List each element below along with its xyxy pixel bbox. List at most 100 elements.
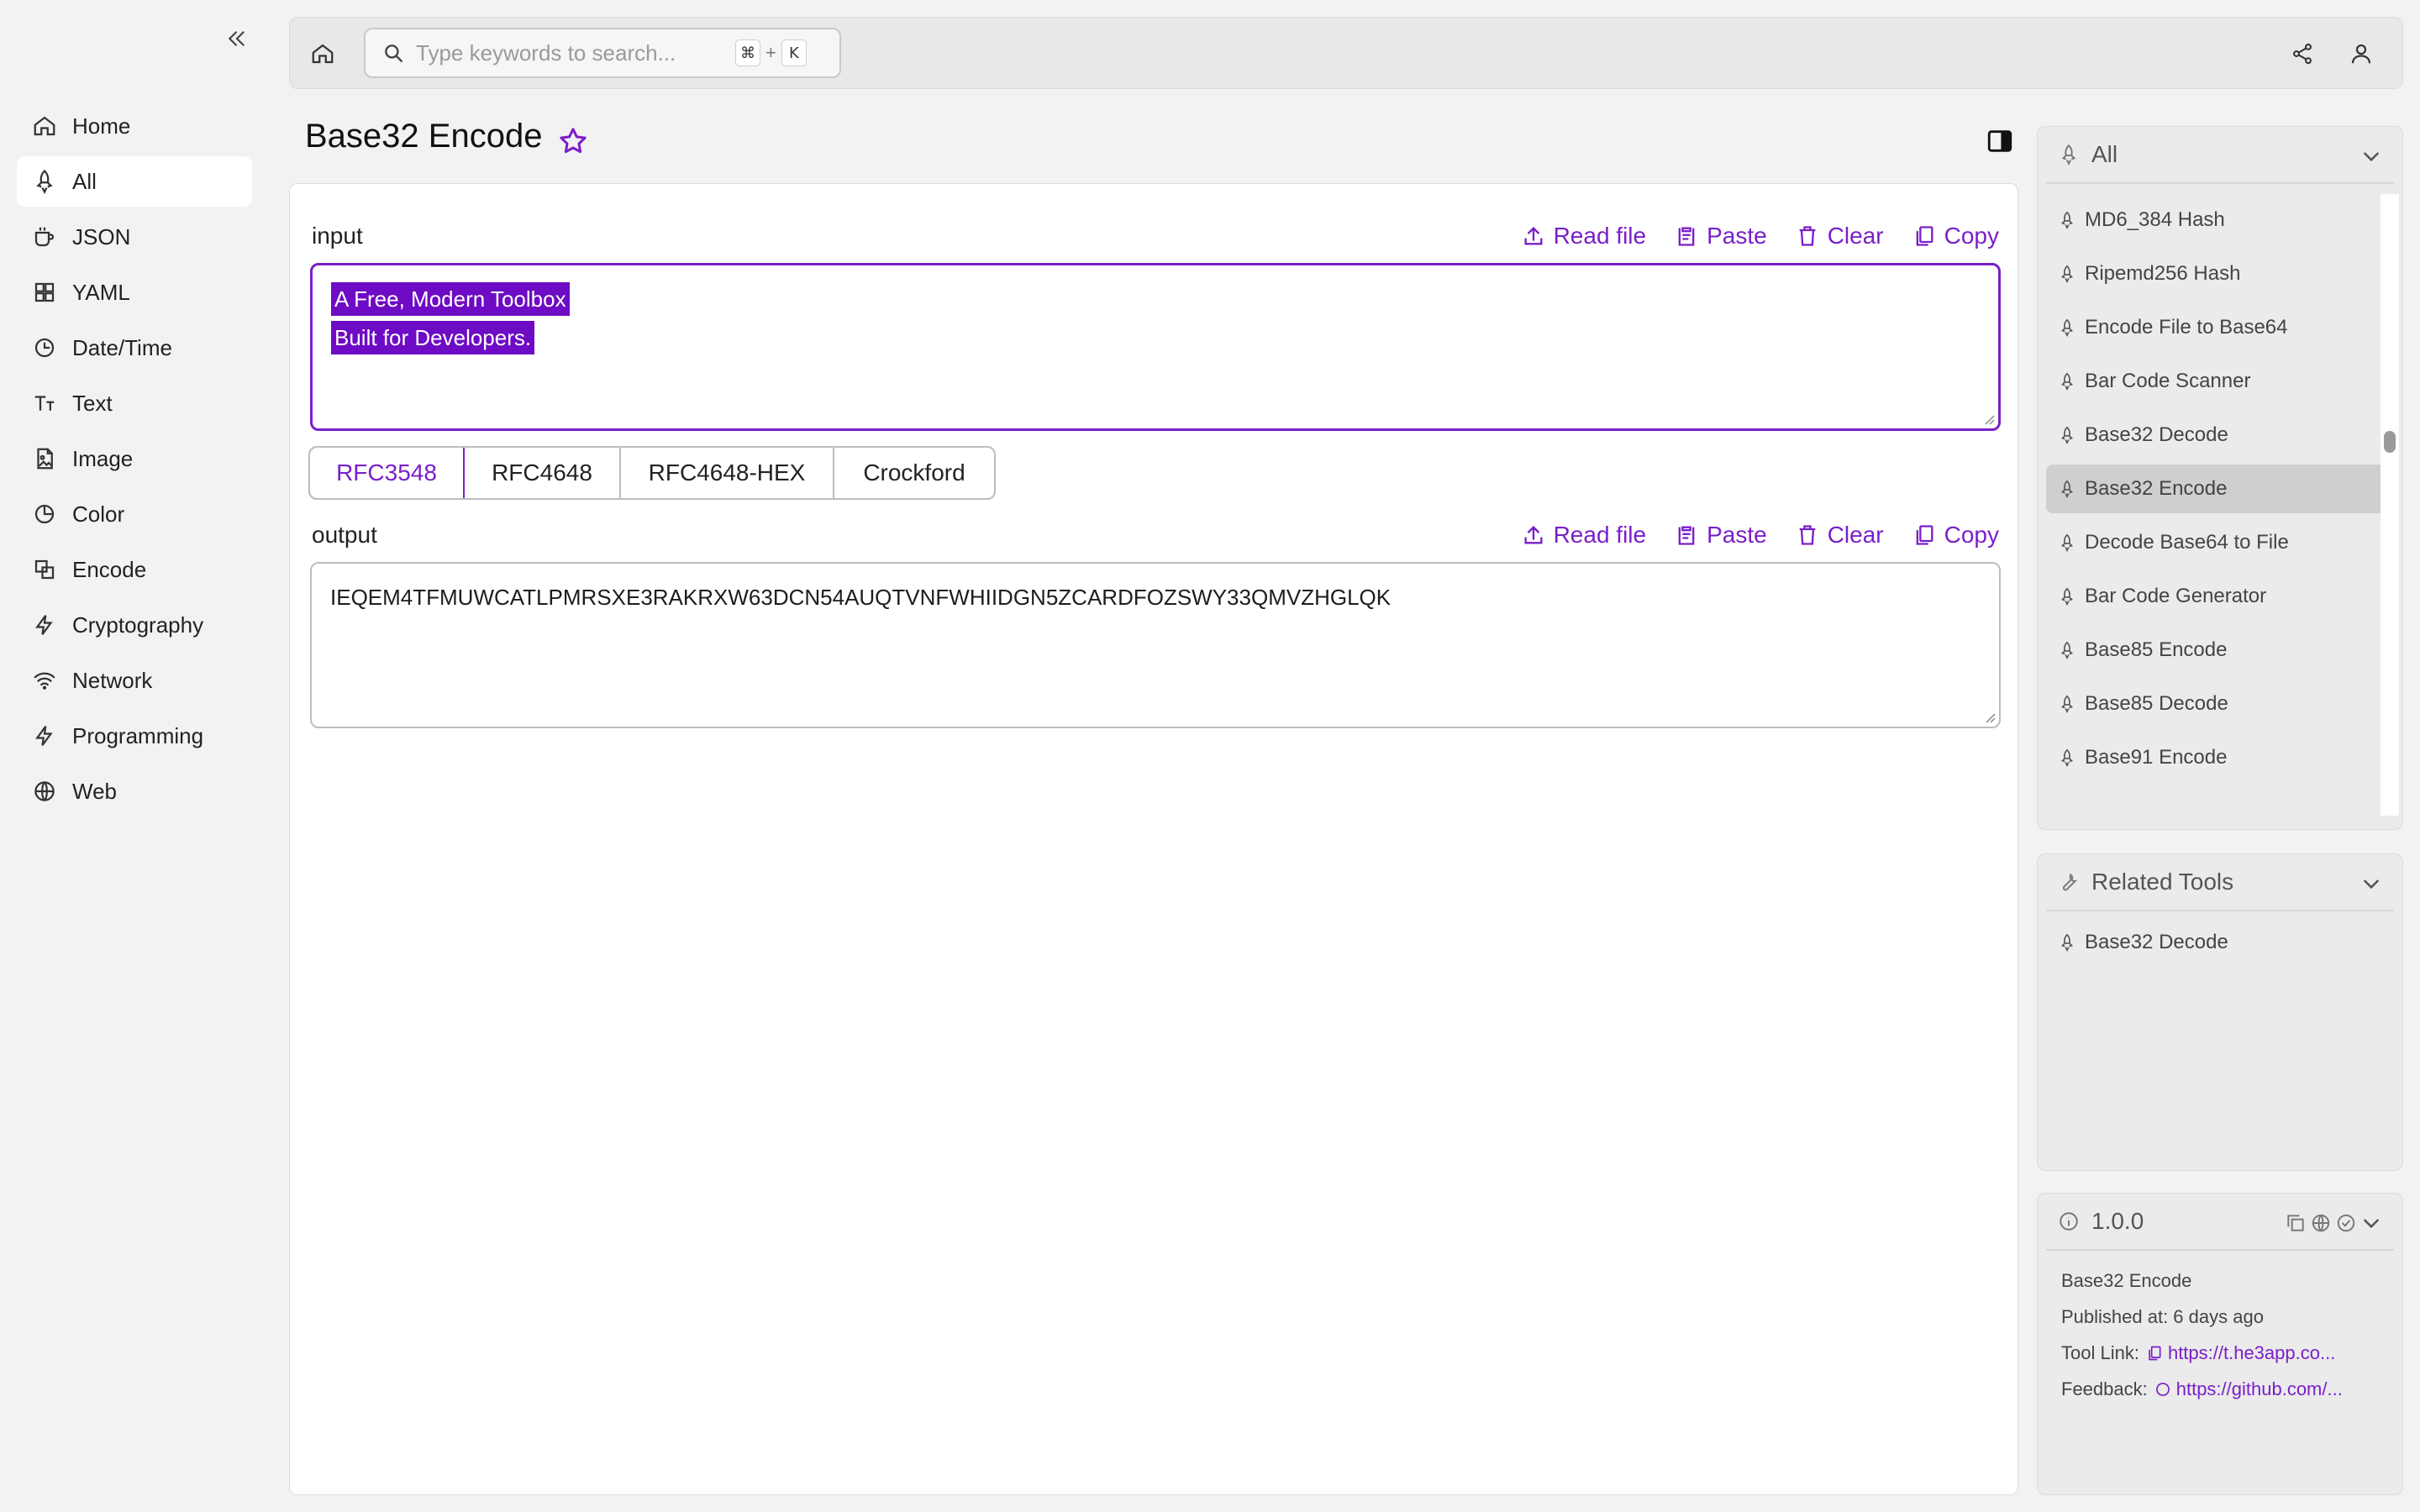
output-paste-button[interactable]: Paste — [1675, 522, 1767, 549]
toggle-right-panel-button[interactable] — [1983, 124, 2017, 158]
tool-link[interactable]: https://t.he3app.co... — [2146, 1342, 2335, 1364]
resize-grip-icon[interactable] — [1984, 711, 1996, 723]
sidebar-item-cryptography[interactable]: Cryptography — [17, 600, 252, 650]
sidebar-item-color[interactable]: Color — [17, 489, 252, 539]
favorite-button[interactable] — [556, 124, 590, 158]
output-label: output — [312, 522, 377, 548]
tool-item-bar-code-generator[interactable]: Bar Code Generator — [2046, 572, 2387, 621]
tool-item-base85-encode[interactable]: Base85 Encode — [2046, 626, 2387, 675]
sidebar-item-image[interactable]: Image — [17, 433, 252, 484]
copy-icon — [2149, 1346, 2161, 1360]
home-icon — [34, 116, 55, 136]
input-copy-button[interactable]: Copy — [1912, 223, 1999, 249]
variant-rfc3548[interactable]: RFC3548 — [310, 448, 465, 498]
search-input[interactable] — [416, 39, 735, 66]
search-box[interactable]: ⌘ + K — [364, 28, 841, 78]
all-tools-header[interactable]: All — [2046, 127, 2394, 184]
rocket-icon — [2060, 933, 2074, 952]
sidebar-item-web[interactable]: Web — [17, 766, 252, 816]
tool-item-decode-base64-to-file[interactable]: Decode Base64 to File — [2046, 518, 2387, 567]
rocket-icon — [2060, 211, 2074, 229]
input-textarea[interactable]: A Free, Modern Toolbox Built for Develop… — [310, 263, 2001, 431]
shortcut-k-key: K — [781, 39, 807, 66]
tool-item-base32-encode[interactable]: Base32 Encode — [2046, 465, 2387, 513]
tool-item-base91-encode[interactable]: Base91 Encode — [2046, 733, 2387, 782]
output-actions: Read file Paste Clear Copy — [1493, 522, 1999, 549]
grid-icon — [34, 282, 55, 302]
collapse-sidebar-button[interactable] — [224, 25, 250, 52]
tool-item-md6-384-hash[interactable]: MD6_384 Hash — [2046, 196, 2387, 244]
page-title: Base32 Encode — [305, 118, 543, 155]
tool-item-bar-code-scanner[interactable]: Bar Code Scanner — [2046, 357, 2387, 406]
sidebar-item-encode[interactable]: Encode — [17, 544, 252, 595]
output-copy-button[interactable]: Copy — [1912, 522, 1999, 549]
sidebar-item-network[interactable]: Network — [17, 655, 252, 706]
sidebar-right-icon — [1987, 130, 2012, 152]
chat-icon — [2155, 1382, 2170, 1396]
home-icon — [312, 44, 334, 64]
chevron-down-icon[interactable] — [2360, 873, 2382, 895]
tool-link-row: Tool Link: https://t.he3app.co... — [2061, 1335, 2402, 1371]
top-bar: ⌘ + K — [289, 17, 2403, 89]
trash-icon — [1799, 226, 1816, 246]
sidebar-item-home[interactable]: Home — [17, 101, 252, 151]
input-paste-button[interactable]: Paste — [1675, 223, 1767, 249]
rocket-icon — [2060, 318, 2074, 337]
version-header: 1.0.0 — [2046, 1194, 2394, 1251]
sidebar-item-programming[interactable]: Programming — [17, 711, 252, 761]
wrench-icon — [2063, 873, 2078, 891]
scrollbar-thumb[interactable] — [2384, 431, 2396, 453]
paste-label: Paste — [1707, 522, 1767, 548]
rocket-icon — [2060, 265, 2074, 283]
feedback-label: Feedback: — [2061, 1378, 2148, 1399]
sidebar-item-text[interactable]: Text — [17, 378, 252, 428]
sidebar-item-yaml[interactable]: YAML — [17, 267, 252, 318]
sidebar-item-date-time[interactable]: Date/Time — [17, 323, 252, 373]
sidebar-item-json[interactable]: JSON — [17, 212, 252, 262]
variant-crockford[interactable]: Crockford — [834, 448, 994, 498]
share-button[interactable] — [2286, 38, 2318, 70]
version-actions — [2281, 1212, 2357, 1234]
website-button[interactable] — [2310, 1212, 2332, 1234]
variant-rfc4648[interactable]: RFC4648 — [465, 448, 621, 498]
related-tools-header[interactable]: Related Tools — [2046, 854, 2394, 911]
tool-item-encode-file-to-base64[interactable]: Encode File to Base64 — [2046, 303, 2387, 352]
sidebar-item-label: Image — [72, 445, 134, 471]
copy-version-button[interactable] — [2285, 1212, 2307, 1234]
sidebar-item-label: Home — [72, 113, 131, 139]
chevron-down-icon[interactable] — [2360, 1212, 2382, 1234]
home-button[interactable] — [307, 38, 339, 70]
verified-button[interactable] — [2335, 1212, 2357, 1234]
output-textarea[interactable]: IEQEM4TFMUWCATLPMRSXE3RAKRXW63DCN54AUQTV… — [310, 562, 2001, 728]
user-button[interactable] — [2345, 38, 2377, 70]
tool-item-ripemd256-hash[interactable]: Ripemd256 Hash — [2046, 249, 2387, 298]
related-item-base32-decode[interactable]: Base32 Decode — [2046, 918, 2387, 967]
rocket-icon — [2060, 480, 2074, 498]
sidebar-item-label: Web — [72, 778, 117, 804]
all-tools-list: MD6_384 Hash Ripemd256 Hash Encode File … — [2038, 184, 2402, 806]
chevron-down-icon[interactable] — [2360, 145, 2382, 167]
output-clear-button[interactable]: Clear — [1796, 522, 1884, 549]
input-read-file-button[interactable]: Read file — [1522, 223, 1646, 249]
resize-grip-icon[interactable] — [1983, 413, 1995, 425]
input-actions: Read file Paste Clear Copy — [1493, 223, 1999, 249]
all-tools-panel: All MD6_384 Hash Ripemd256 Hash Encode F… — [2037, 126, 2403, 830]
feedback-link[interactable]: https://github.com/... — [2154, 1378, 2343, 1400]
variant-rfc4648-hex[interactable]: RFC4648-HEX — [621, 448, 834, 498]
tool-item-label: Base85 Decode — [2085, 692, 2228, 715]
feedback-row: Feedback: https://github.com/... — [2061, 1371, 2402, 1407]
rocket-icon — [2060, 372, 2074, 391]
related-tools-list: Base32 Decode — [2038, 911, 2402, 967]
paste-label: Paste — [1707, 223, 1767, 249]
rocket-icon — [36, 169, 53, 194]
sidebar-item-all[interactable]: All — [17, 156, 252, 207]
tool-item-base85-decode[interactable]: Base85 Decode — [2046, 680, 2387, 728]
output-read-file-button[interactable]: Read file — [1522, 522, 1646, 549]
input-clear-button[interactable]: Clear — [1796, 223, 1884, 249]
tool-item-base32-decode[interactable]: Base32 Decode — [2046, 411, 2387, 459]
star-icon — [560, 128, 587, 154]
input-label: input — [312, 223, 363, 249]
feedback-link-text: https://github.com/... — [2175, 1378, 2343, 1399]
sidebar-item-label: Date/Time — [72, 334, 172, 360]
scrollbar-track[interactable] — [2381, 194, 2399, 816]
